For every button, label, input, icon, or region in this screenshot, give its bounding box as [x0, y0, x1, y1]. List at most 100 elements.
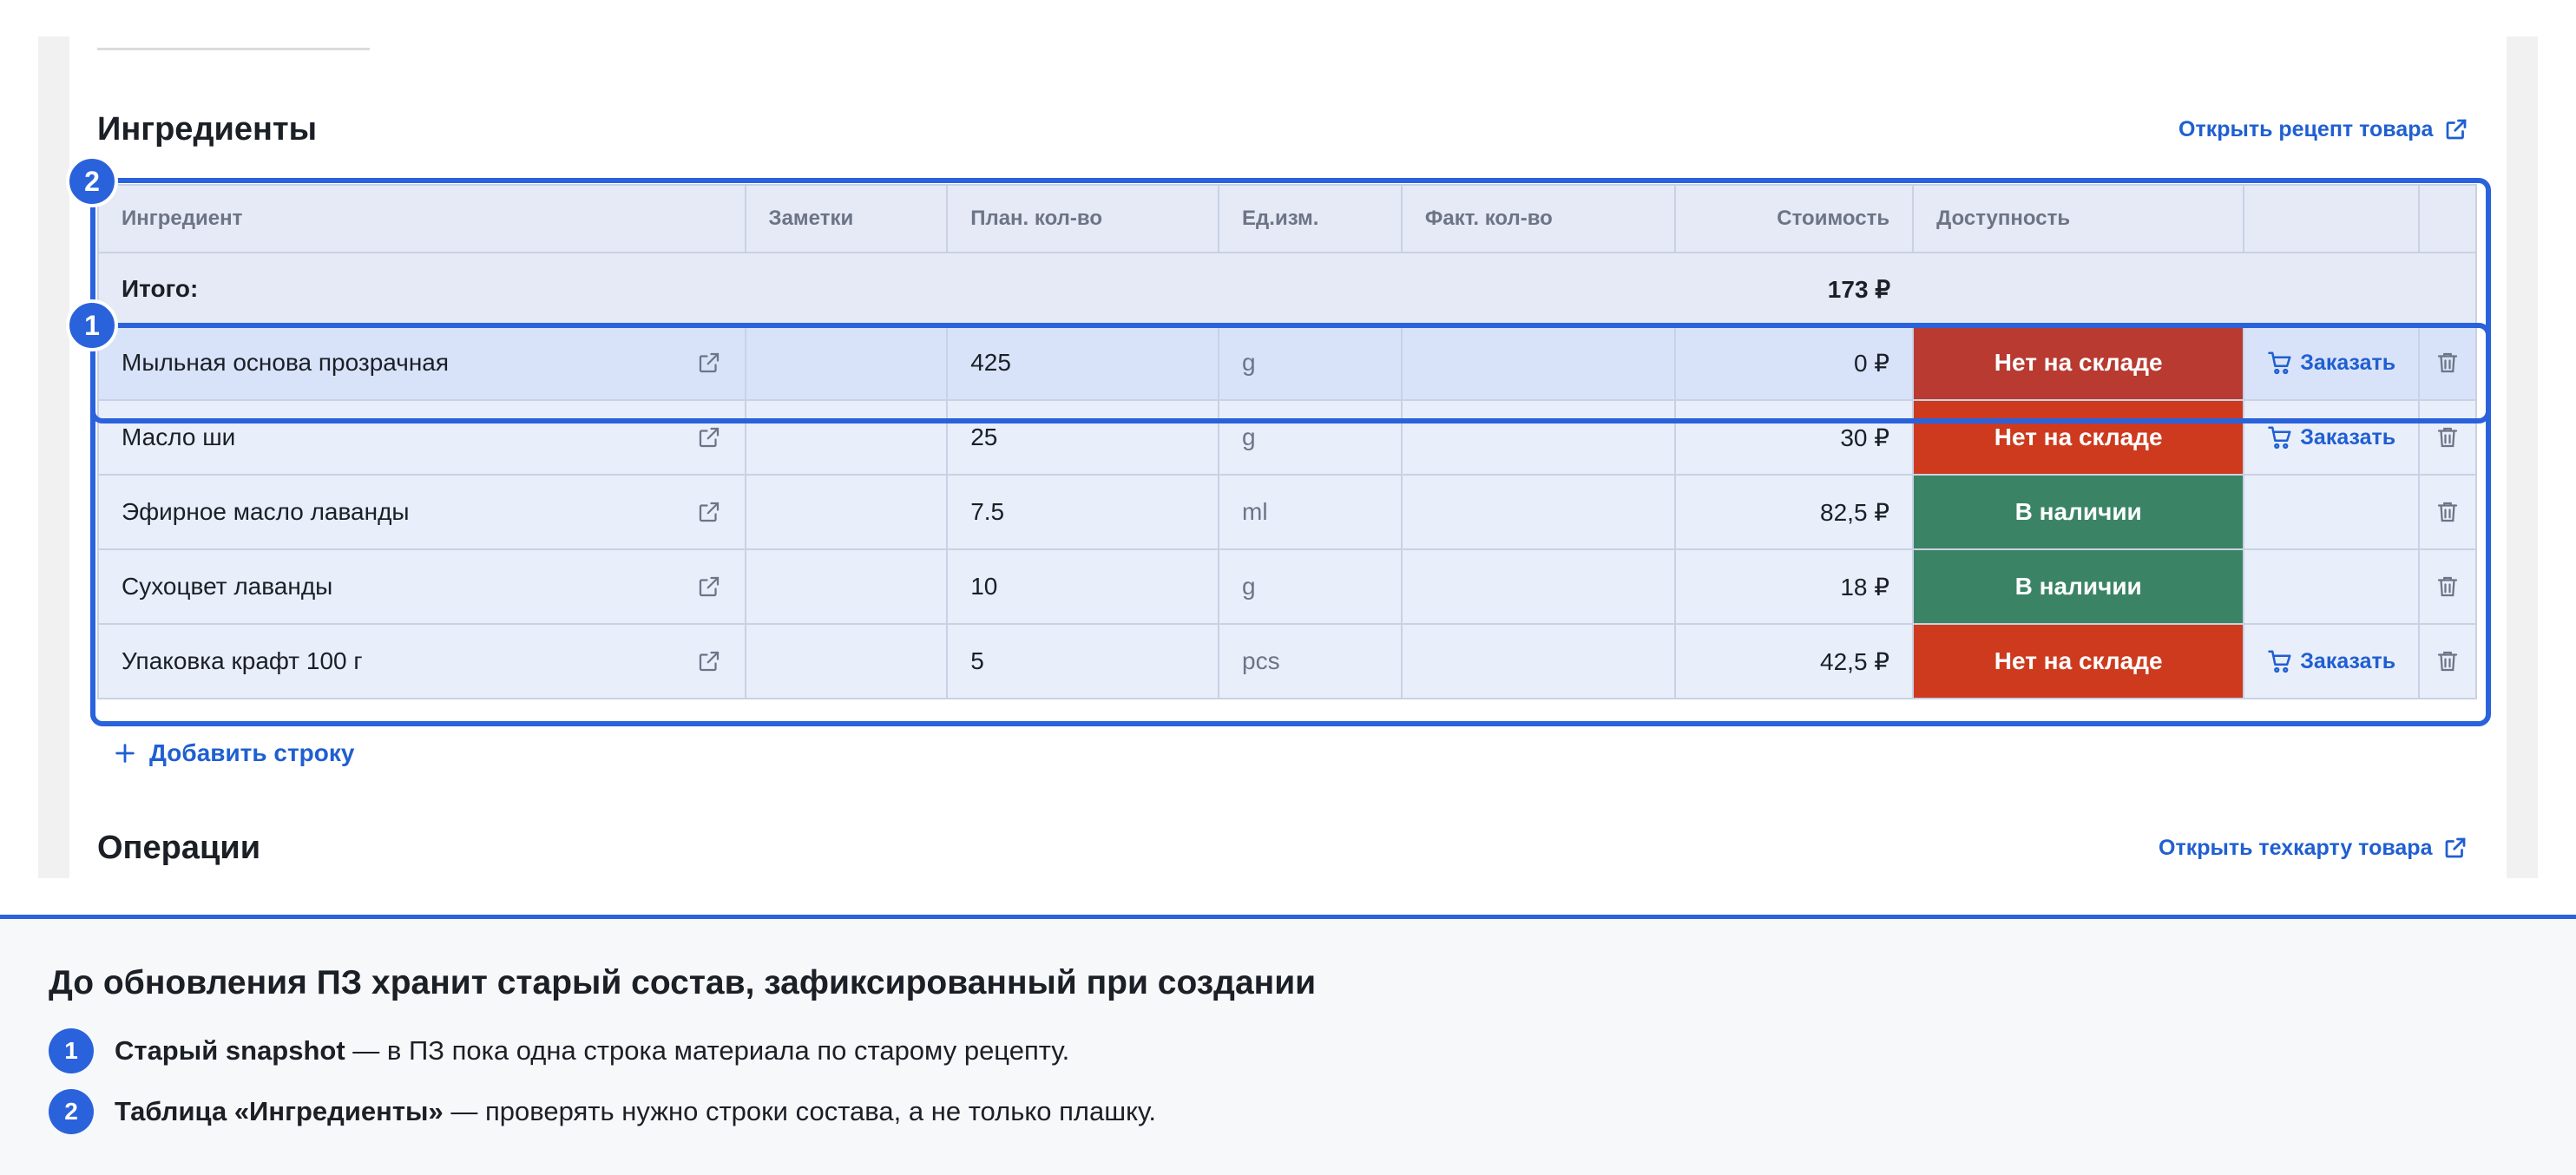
notes-cell[interactable]	[744, 474, 949, 550]
unit-cell: g	[1218, 325, 1403, 401]
delete-button[interactable]	[2420, 573, 2475, 601]
plan-qty-cell[interactable]: 10	[946, 548, 1220, 625]
unit-cell: ml	[1218, 474, 1403, 550]
page-gutter-right	[2507, 36, 2538, 878]
table-row: Масло ши 25 g 30 ₽ Нет на складе Заказат…	[97, 399, 2477, 476]
col-cost[interactable]: Стоимость	[1673, 184, 1915, 253]
plan-qty-cell[interactable]: 5	[946, 623, 1220, 699]
annotation-panel: До обновления ПЗ хранит старый состав, з…	[0, 915, 2576, 1175]
external-link-icon	[2447, 119, 2467, 140]
external-link-icon[interactable]	[696, 424, 722, 450]
unit-cell: g	[1218, 548, 1403, 625]
order-cell	[2243, 548, 2421, 625]
plus-icon	[115, 744, 135, 763]
fact-qty-cell[interactable]	[1400, 399, 1676, 476]
ingredient-name: Эфирное масло лаванды	[122, 498, 410, 525]
col-order	[2243, 184, 2421, 253]
delete-button[interactable]	[2420, 498, 2475, 526]
trash-icon	[2437, 502, 2458, 522]
divider	[97, 48, 370, 50]
note-number: 1	[49, 1028, 94, 1073]
order-button[interactable]: Заказать	[2267, 350, 2395, 376]
operations-title: Операции	[97, 830, 261, 866]
annotation-note-2: 2 Таблица «Ингредиенты» — проверять нужн…	[49, 1089, 1156, 1134]
cost-cell: 0 ₽	[1673, 325, 1915, 401]
plan-qty-cell[interactable]: 425	[946, 325, 1220, 401]
note-term: Старый snapshot	[115, 1035, 345, 1066]
total-value: 173 ₽	[1674, 252, 1914, 326]
status-badge: Нет на складе	[1912, 325, 2245, 401]
ingredient-name: Сухоцвет лаванды	[122, 573, 333, 600]
ingredient-name: Масло ши	[122, 423, 236, 450]
order-button[interactable]: Заказать	[2267, 424, 2395, 450]
open-techcard-label: Открыть техкарту товара	[2159, 835, 2433, 860]
col-unit[interactable]: Ед.изм.	[1218, 184, 1403, 253]
external-link-icon	[2446, 837, 2466, 858]
col-availability[interactable]: Доступность	[1912, 184, 2245, 253]
fact-qty-cell[interactable]	[1400, 548, 1676, 625]
cost-cell: 30 ₽	[1673, 399, 1915, 476]
external-link-icon[interactable]	[696, 499, 722, 525]
annotation-badge-2: 2	[66, 155, 118, 207]
panel-title: До обновления ПЗ хранит старый состав, з…	[49, 964, 1317, 1001]
add-row-label: Добавить строку	[149, 739, 355, 766]
ingredients-title: Ингредиенты	[97, 111, 318, 148]
annotation-badge-1: 1	[66, 299, 118, 351]
note-text: — в ПЗ пока одна строка материала по ста…	[345, 1035, 1070, 1066]
ingredients-table: Ингредиент Заметки План. кол-во Ед.изм. …	[97, 184, 2477, 699]
notes-cell[interactable]	[744, 325, 949, 401]
col-plan-qty[interactable]: План. кол-во	[946, 184, 1220, 253]
table-row: Сухоцвет лаванды 10 g 18 ₽ В наличии	[97, 548, 2477, 625]
open-techcard-link[interactable]: Открыть техкарту товара	[2159, 835, 2468, 861]
ingredient-name: Упаковка крафт 100 г	[122, 647, 363, 674]
trash-icon	[2437, 651, 2458, 672]
external-link-icon[interactable]	[696, 648, 722, 674]
cart-icon	[2268, 650, 2291, 673]
cost-cell: 82,5 ₽	[1673, 474, 1915, 550]
cart-icon	[2268, 351, 2291, 375]
external-link-icon[interactable]	[696, 574, 722, 600]
total-row: Итого: 173 ₽	[97, 252, 2477, 326]
order-button[interactable]: Заказать	[2267, 648, 2395, 674]
notes-cell[interactable]	[744, 548, 949, 625]
status-badge: В наличии	[1912, 548, 2245, 625]
note-term: Таблица «Ингредиенты»	[115, 1096, 444, 1126]
status-badge: Нет на складе	[1912, 399, 2245, 476]
delete-button[interactable]	[2420, 647, 2475, 675]
col-fact-qty[interactable]: Факт. кол-во	[1400, 184, 1676, 253]
external-link-icon[interactable]	[696, 350, 722, 376]
notes-cell[interactable]	[744, 399, 949, 476]
table-header-row: Ингредиент Заметки План. кол-во Ед.изм. …	[97, 184, 2477, 253]
notes-cell[interactable]	[744, 623, 949, 699]
annotation-note-1: 1 Старый snapshot — в ПЗ пока одна строк…	[49, 1028, 1069, 1073]
delete-button[interactable]	[2420, 423, 2475, 451]
cart-icon	[2268, 426, 2291, 450]
unit-cell: g	[1218, 399, 1403, 476]
open-recipe-link[interactable]: Открыть рецепт товара	[2178, 116, 2469, 142]
unit-cell: pcs	[1218, 623, 1403, 699]
status-badge: Нет на складе	[1912, 623, 2245, 699]
table-row: Упаковка крафт 100 г 5 pcs 42,5 ₽ Нет на…	[97, 623, 2477, 699]
col-delete	[2418, 184, 2477, 253]
plan-qty-cell[interactable]: 7.5	[946, 474, 1220, 550]
ingredient-name: Мыльная основа прозрачная	[122, 349, 450, 376]
trash-icon	[2437, 352, 2458, 373]
status-badge: В наличии	[1912, 474, 2245, 550]
total-label: Итого:	[97, 252, 1675, 326]
fact-qty-cell[interactable]	[1400, 325, 1676, 401]
page-gutter-left	[38, 36, 69, 878]
add-row-button[interactable]: Добавить строку	[113, 739, 354, 767]
plan-qty-cell[interactable]: 25	[946, 399, 1220, 476]
fact-qty-cell[interactable]	[1400, 623, 1676, 699]
delete-button[interactable]	[2420, 349, 2475, 377]
table-row: Эфирное масло лаванды 7.5 ml 82,5 ₽ В на…	[97, 474, 2477, 550]
fact-qty-cell[interactable]	[1400, 474, 1676, 550]
cost-cell: 42,5 ₽	[1673, 623, 1915, 699]
cost-cell: 18 ₽	[1673, 548, 1915, 625]
open-recipe-label: Открыть рецепт товара	[2178, 116, 2434, 141]
note-number: 2	[49, 1089, 94, 1134]
col-notes[interactable]: Заметки	[744, 184, 949, 253]
trash-icon	[2437, 576, 2458, 597]
col-ingredient[interactable]: Ингредиент	[97, 184, 746, 253]
order-cell	[2243, 474, 2421, 550]
